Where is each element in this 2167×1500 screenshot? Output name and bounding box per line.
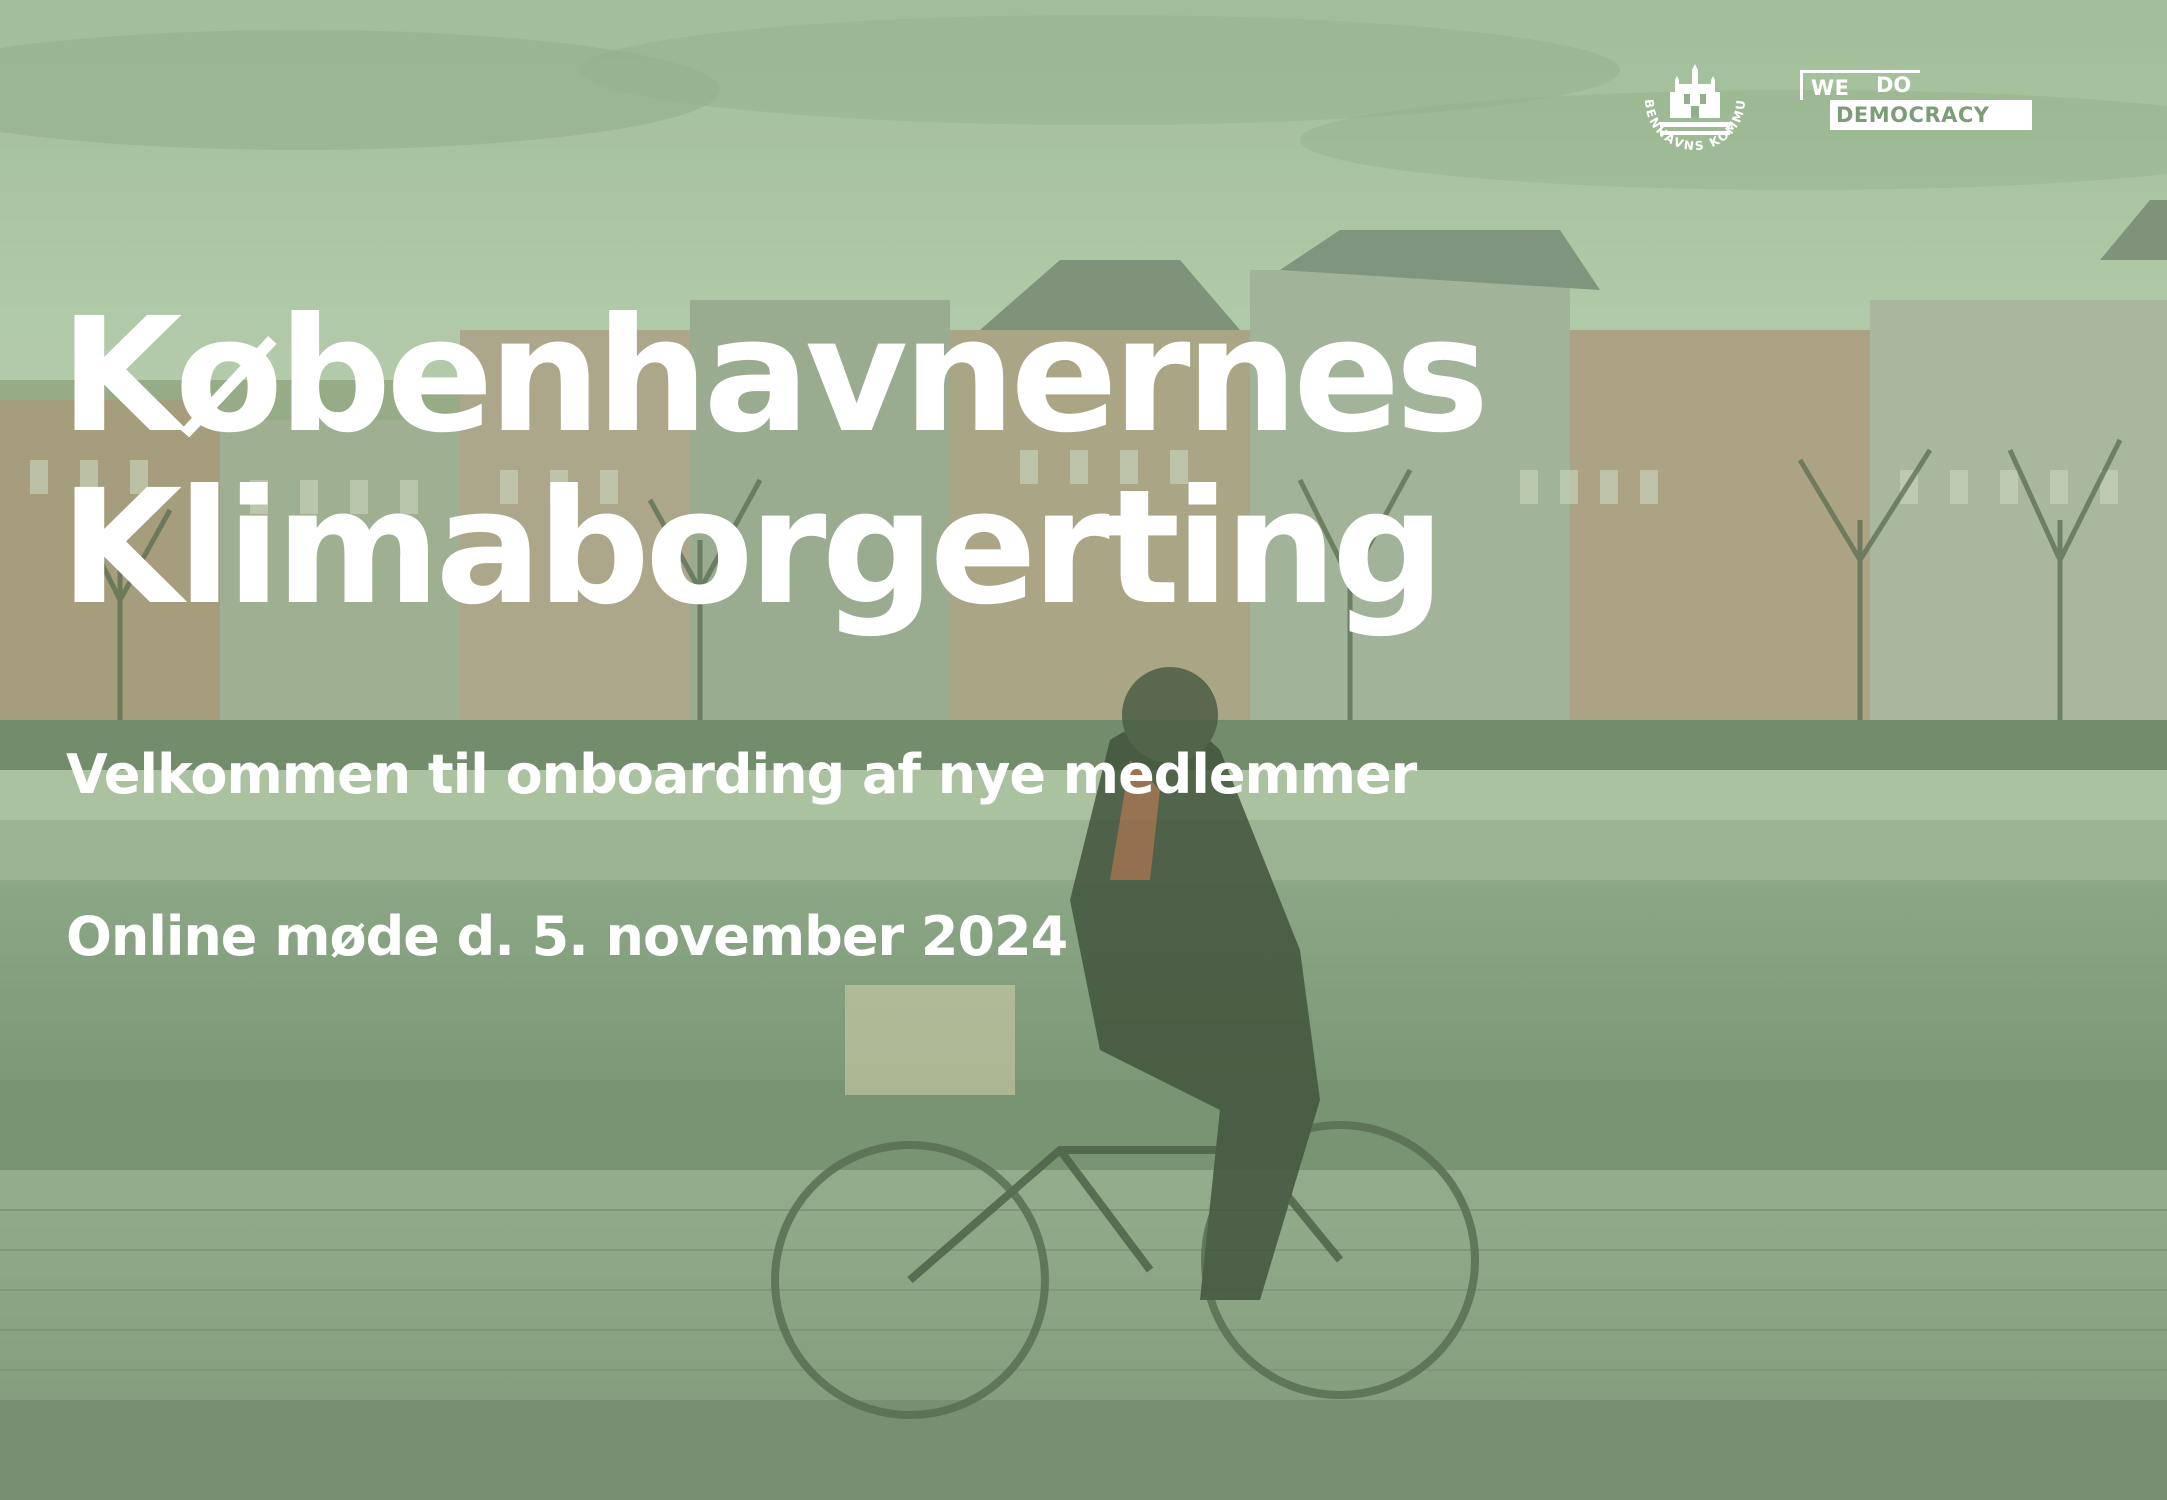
wdd-do: DO [1876,73,1912,97]
meeting-date: Online møde d. 5. november 2024 [66,905,1068,968]
kobenhavns-kommune-logo: KØBENHAVNS KOMMUNE [1620,22,1746,153]
slide-subtitle: Velkommen til onboarding af nye medlemme… [66,743,1417,806]
we-do-democracy-logo: WE DO DEMOCRACY [1800,70,2032,136]
wdd-democracy: DEMOCRACY [1830,100,2032,130]
title-line-1: Københavnernes [60,284,1489,468]
logo-group: KØBENHAVNS KOMMUNE WE DO DEMOCRACY [1620,22,2040,172]
title-line-2: Klimaborgerting [60,456,1445,640]
slide-title: Københavnernes Klimaborgerting [60,284,1489,640]
title-slide: KØBENHAVNS KOMMUNE WE DO DEMOCRACY Køben… [0,0,2167,1500]
